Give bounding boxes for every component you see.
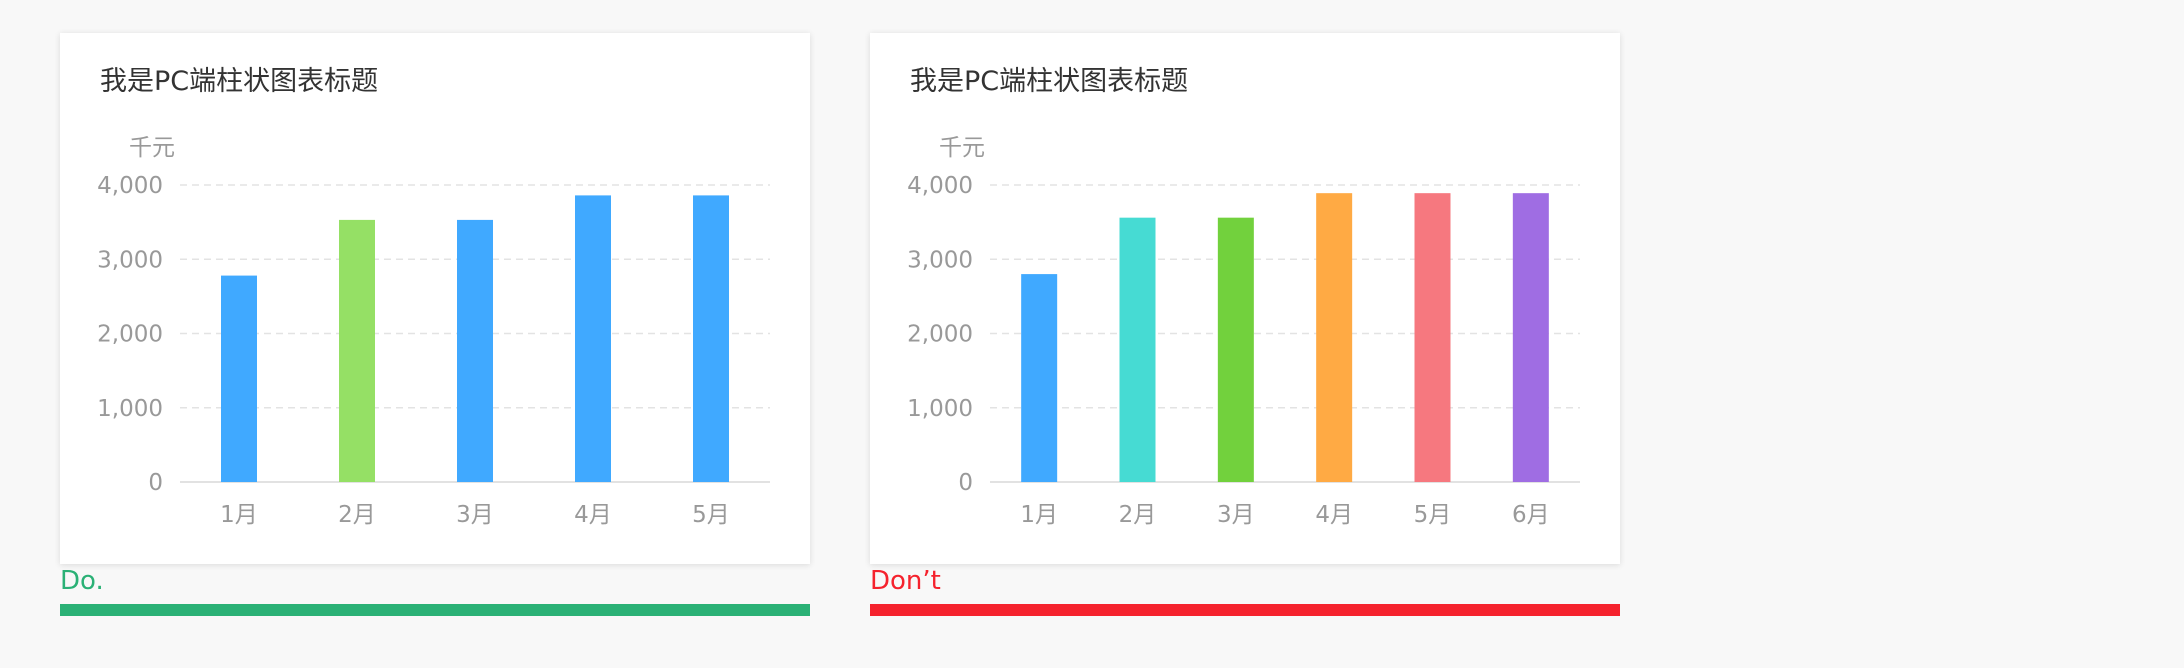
x-tick-label: 3月	[1217, 502, 1255, 528]
x-tick-label: 2月	[338, 502, 376, 528]
do-label: Do.	[60, 566, 104, 596]
x-tick-label: 3月	[456, 502, 494, 528]
bar-chart-dont: 千元 0 1,000 2,000 3,000 4,000 1月 2月 3月 4月 5月 6月	[907, 135, 1580, 528]
y-tick-label: 0	[148, 470, 163, 496]
x-tick-label: 5月	[1414, 502, 1452, 528]
bar	[1512, 193, 1549, 483]
x-tick-label: 1月	[220, 502, 258, 528]
chart-card-dont: 我是PC端柱状图表标题 千元 0 1,000 2,000 3,000 4,000 1月 2月 3…	[870, 33, 1620, 564]
y-tick-label: 0	[958, 470, 973, 496]
y-tick-label: 2,000	[907, 322, 973, 348]
bar	[339, 219, 375, 482]
y-unit-label: 千元	[939, 135, 985, 161]
bar	[457, 219, 493, 482]
x-tick-label: 2月	[1119, 502, 1157, 528]
x-tick-label: 5月	[692, 502, 730, 528]
bar	[693, 195, 729, 482]
y-tick-label: 1,000	[907, 396, 973, 422]
bar-chart-do: 千元 0 1,000 2,000 3,000 4,000 1月 2月 3月 4月 5月	[97, 135, 770, 528]
bar	[575, 195, 611, 482]
x-tick-label: 4月	[1315, 502, 1353, 528]
y-tick-label: 3,000	[97, 247, 163, 273]
y-tick-label: 4,000	[907, 173, 973, 199]
bar	[1021, 274, 1058, 482]
chart-card-do: 我是PC端柱状图表标题 千元 0 1,000 2,000 3,000 4,000 1月 2月 3…	[60, 33, 810, 564]
bar	[1316, 193, 1353, 483]
bar	[1414, 193, 1451, 483]
bar	[1119, 217, 1156, 483]
y-tick-label: 2,000	[97, 322, 163, 348]
y-tick-label: 4,000	[97, 173, 163, 199]
y-tick-label: 1,000	[97, 396, 163, 422]
x-tick-label: 1月	[1020, 502, 1058, 528]
dont-indicator-bar	[870, 604, 1620, 616]
do-indicator-bar	[60, 604, 810, 616]
bar	[221, 275, 257, 482]
x-tick-label: 4月	[574, 502, 612, 528]
x-tick-label: 6月	[1512, 502, 1550, 528]
y-tick-label: 3,000	[907, 247, 973, 273]
bar	[1217, 217, 1254, 483]
dont-label: Don’t	[870, 566, 941, 596]
y-unit-label: 千元	[129, 135, 175, 161]
